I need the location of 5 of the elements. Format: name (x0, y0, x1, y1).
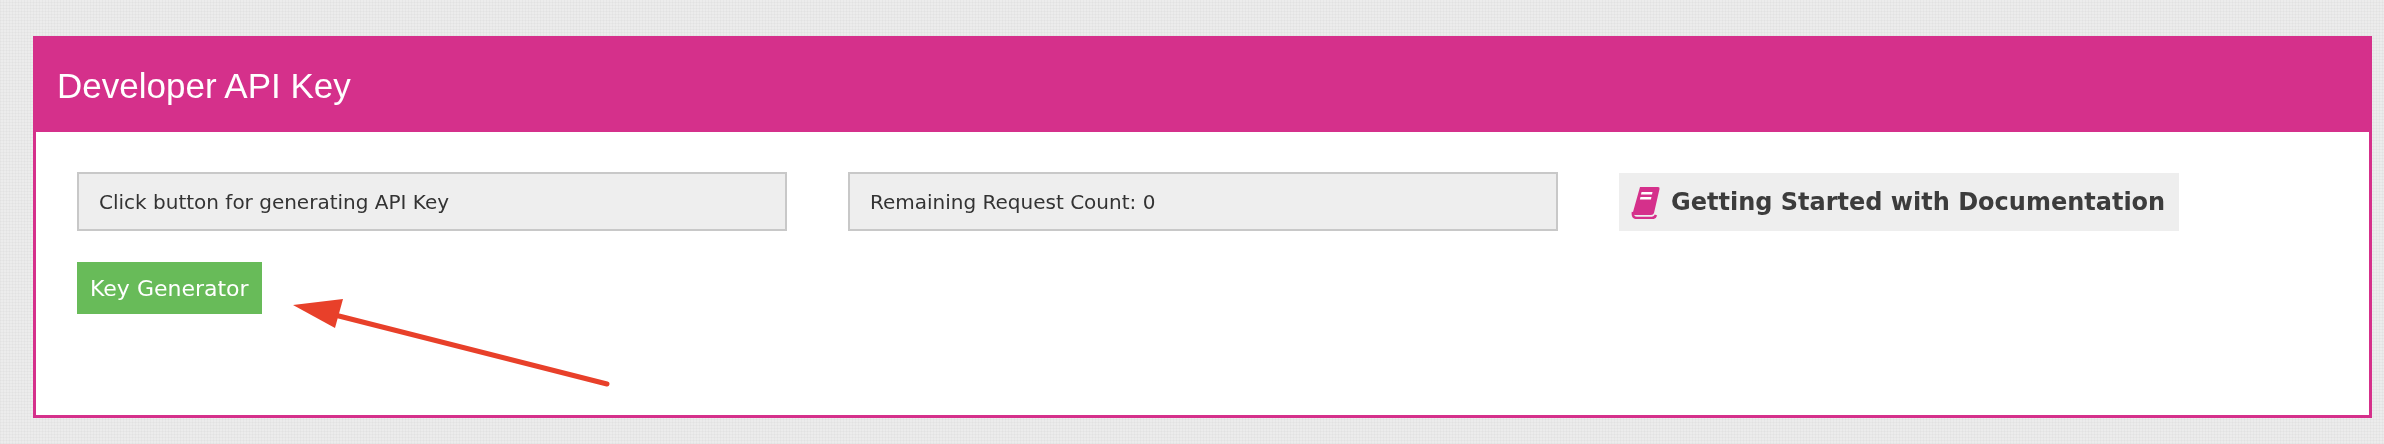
panel-title: Developer API Key (57, 65, 351, 106)
book-icon (1631, 184, 1661, 219)
request-count-field[interactable]: Remaining Request Count: 0 (848, 172, 1558, 231)
api-key-field[interactable]: Click button for generating API Key (77, 172, 787, 231)
documentation-link[interactable]: Getting Started with Documentation (1619, 172, 2180, 231)
